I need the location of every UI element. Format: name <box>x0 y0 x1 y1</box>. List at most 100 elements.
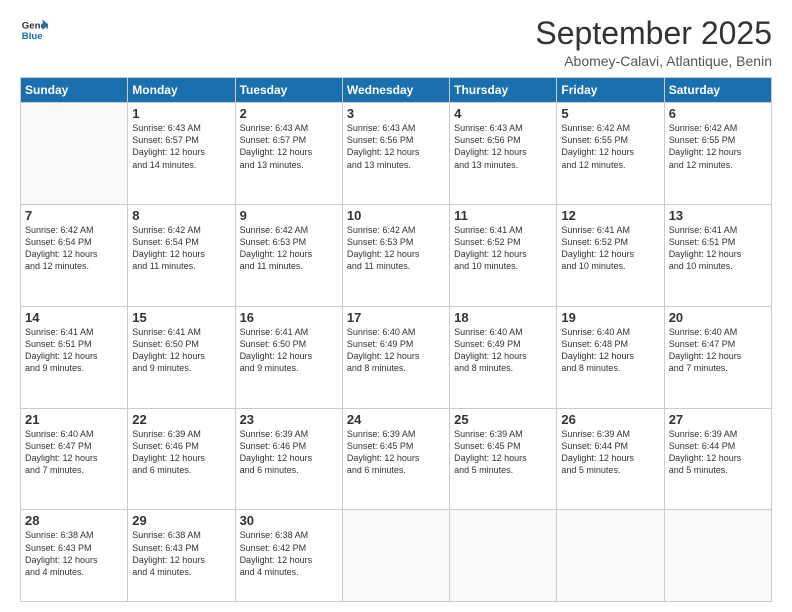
header-thursday: Thursday <box>450 78 557 103</box>
day-number: 23 <box>240 412 338 427</box>
day-number: 9 <box>240 208 338 223</box>
day-number: 27 <box>669 412 767 427</box>
day-number: 7 <box>25 208 123 223</box>
day-info: Sunrise: 6:39 AM Sunset: 6:45 PM Dayligh… <box>347 428 445 477</box>
day-info: Sunrise: 6:40 AM Sunset: 6:49 PM Dayligh… <box>454 326 552 375</box>
day-number: 1 <box>132 106 230 121</box>
table-row: 29Sunrise: 6:38 AM Sunset: 6:43 PM Dayli… <box>128 510 235 602</box>
table-row: 6Sunrise: 6:42 AM Sunset: 6:55 PM Daylig… <box>664 103 771 205</box>
table-row: 8Sunrise: 6:42 AM Sunset: 6:54 PM Daylig… <box>128 204 235 306</box>
table-row <box>557 510 664 602</box>
day-number: 24 <box>347 412 445 427</box>
header-monday: Monday <box>128 78 235 103</box>
day-info: Sunrise: 6:39 AM Sunset: 6:46 PM Dayligh… <box>132 428 230 477</box>
day-number: 17 <box>347 310 445 325</box>
weekday-header-row: Sunday Monday Tuesday Wednesday Thursday… <box>21 78 772 103</box>
day-number: 4 <box>454 106 552 121</box>
table-row: 22Sunrise: 6:39 AM Sunset: 6:46 PM Dayli… <box>128 408 235 510</box>
table-row: 1Sunrise: 6:43 AM Sunset: 6:57 PM Daylig… <box>128 103 235 205</box>
day-info: Sunrise: 6:40 AM Sunset: 6:47 PM Dayligh… <box>669 326 767 375</box>
table-row: 4Sunrise: 6:43 AM Sunset: 6:56 PM Daylig… <box>450 103 557 205</box>
header-tuesday: Tuesday <box>235 78 342 103</box>
day-info: Sunrise: 6:42 AM Sunset: 6:54 PM Dayligh… <box>25 224 123 273</box>
page: General Blue September 2025 Abomey-Calav… <box>0 0 792 612</box>
table-row: 3Sunrise: 6:43 AM Sunset: 6:56 PM Daylig… <box>342 103 449 205</box>
table-row: 9Sunrise: 6:42 AM Sunset: 6:53 PM Daylig… <box>235 204 342 306</box>
day-number: 10 <box>347 208 445 223</box>
day-number: 29 <box>132 513 230 528</box>
table-row: 11Sunrise: 6:41 AM Sunset: 6:52 PM Dayli… <box>450 204 557 306</box>
table-row: 2Sunrise: 6:43 AM Sunset: 6:57 PM Daylig… <box>235 103 342 205</box>
day-number: 19 <box>561 310 659 325</box>
day-info: Sunrise: 6:42 AM Sunset: 6:54 PM Dayligh… <box>132 224 230 273</box>
day-number: 2 <box>240 106 338 121</box>
logo: General Blue <box>20 16 48 44</box>
calendar: Sunday Monday Tuesday Wednesday Thursday… <box>20 77 772 602</box>
table-row: 21Sunrise: 6:40 AM Sunset: 6:47 PM Dayli… <box>21 408 128 510</box>
table-row: 12Sunrise: 6:41 AM Sunset: 6:52 PM Dayli… <box>557 204 664 306</box>
day-info: Sunrise: 6:43 AM Sunset: 6:57 PM Dayligh… <box>240 122 338 171</box>
day-info: Sunrise: 6:38 AM Sunset: 6:42 PM Dayligh… <box>240 529 338 578</box>
table-row: 19Sunrise: 6:40 AM Sunset: 6:48 PM Dayli… <box>557 306 664 408</box>
day-info: Sunrise: 6:38 AM Sunset: 6:43 PM Dayligh… <box>132 529 230 578</box>
day-info: Sunrise: 6:38 AM Sunset: 6:43 PM Dayligh… <box>25 529 123 578</box>
table-row <box>664 510 771 602</box>
day-info: Sunrise: 6:41 AM Sunset: 6:51 PM Dayligh… <box>25 326 123 375</box>
day-info: Sunrise: 6:41 AM Sunset: 6:52 PM Dayligh… <box>561 224 659 273</box>
day-info: Sunrise: 6:41 AM Sunset: 6:52 PM Dayligh… <box>454 224 552 273</box>
day-info: Sunrise: 6:40 AM Sunset: 6:48 PM Dayligh… <box>561 326 659 375</box>
day-number: 8 <box>132 208 230 223</box>
day-number: 15 <box>132 310 230 325</box>
day-info: Sunrise: 6:39 AM Sunset: 6:45 PM Dayligh… <box>454 428 552 477</box>
day-info: Sunrise: 6:41 AM Sunset: 6:51 PM Dayligh… <box>669 224 767 273</box>
table-row: 27Sunrise: 6:39 AM Sunset: 6:44 PM Dayli… <box>664 408 771 510</box>
header-friday: Friday <box>557 78 664 103</box>
day-number: 3 <box>347 106 445 121</box>
day-number: 26 <box>561 412 659 427</box>
day-info: Sunrise: 6:43 AM Sunset: 6:56 PM Dayligh… <box>347 122 445 171</box>
day-info: Sunrise: 6:43 AM Sunset: 6:56 PM Dayligh… <box>454 122 552 171</box>
day-info: Sunrise: 6:39 AM Sunset: 6:44 PM Dayligh… <box>561 428 659 477</box>
header-sunday: Sunday <box>21 78 128 103</box>
day-info: Sunrise: 6:42 AM Sunset: 6:53 PM Dayligh… <box>347 224 445 273</box>
day-info: Sunrise: 6:42 AM Sunset: 6:55 PM Dayligh… <box>561 122 659 171</box>
day-info: Sunrise: 6:40 AM Sunset: 6:49 PM Dayligh… <box>347 326 445 375</box>
table-row: 30Sunrise: 6:38 AM Sunset: 6:42 PM Dayli… <box>235 510 342 602</box>
table-row: 17Sunrise: 6:40 AM Sunset: 6:49 PM Dayli… <box>342 306 449 408</box>
table-row: 26Sunrise: 6:39 AM Sunset: 6:44 PM Dayli… <box>557 408 664 510</box>
day-number: 21 <box>25 412 123 427</box>
table-row: 20Sunrise: 6:40 AM Sunset: 6:47 PM Dayli… <box>664 306 771 408</box>
title-block: September 2025 Abomey-Calavi, Atlantique… <box>535 16 772 69</box>
table-row: 23Sunrise: 6:39 AM Sunset: 6:46 PM Dayli… <box>235 408 342 510</box>
table-row <box>342 510 449 602</box>
table-row <box>450 510 557 602</box>
header-wednesday: Wednesday <box>342 78 449 103</box>
location: Abomey-Calavi, Atlantique, Benin <box>535 53 772 69</box>
day-info: Sunrise: 6:40 AM Sunset: 6:47 PM Dayligh… <box>25 428 123 477</box>
table-row <box>21 103 128 205</box>
day-number: 5 <box>561 106 659 121</box>
day-info: Sunrise: 6:39 AM Sunset: 6:46 PM Dayligh… <box>240 428 338 477</box>
table-row: 28Sunrise: 6:38 AM Sunset: 6:43 PM Dayli… <box>21 510 128 602</box>
day-info: Sunrise: 6:41 AM Sunset: 6:50 PM Dayligh… <box>132 326 230 375</box>
day-number: 22 <box>132 412 230 427</box>
table-row: 15Sunrise: 6:41 AM Sunset: 6:50 PM Dayli… <box>128 306 235 408</box>
day-number: 18 <box>454 310 552 325</box>
day-info: Sunrise: 6:42 AM Sunset: 6:53 PM Dayligh… <box>240 224 338 273</box>
table-row: 10Sunrise: 6:42 AM Sunset: 6:53 PM Dayli… <box>342 204 449 306</box>
day-number: 13 <box>669 208 767 223</box>
table-row: 18Sunrise: 6:40 AM Sunset: 6:49 PM Dayli… <box>450 306 557 408</box>
header: General Blue September 2025 Abomey-Calav… <box>20 16 772 69</box>
day-number: 28 <box>25 513 123 528</box>
day-info: Sunrise: 6:39 AM Sunset: 6:44 PM Dayligh… <box>669 428 767 477</box>
table-row: 25Sunrise: 6:39 AM Sunset: 6:45 PM Dayli… <box>450 408 557 510</box>
day-info: Sunrise: 6:43 AM Sunset: 6:57 PM Dayligh… <box>132 122 230 171</box>
table-row: 13Sunrise: 6:41 AM Sunset: 6:51 PM Dayli… <box>664 204 771 306</box>
table-row: 24Sunrise: 6:39 AM Sunset: 6:45 PM Dayli… <box>342 408 449 510</box>
day-number: 30 <box>240 513 338 528</box>
day-number: 12 <box>561 208 659 223</box>
logo-icon: General Blue <box>20 16 48 44</box>
day-number: 25 <box>454 412 552 427</box>
table-row: 14Sunrise: 6:41 AM Sunset: 6:51 PM Dayli… <box>21 306 128 408</box>
day-number: 20 <box>669 310 767 325</box>
